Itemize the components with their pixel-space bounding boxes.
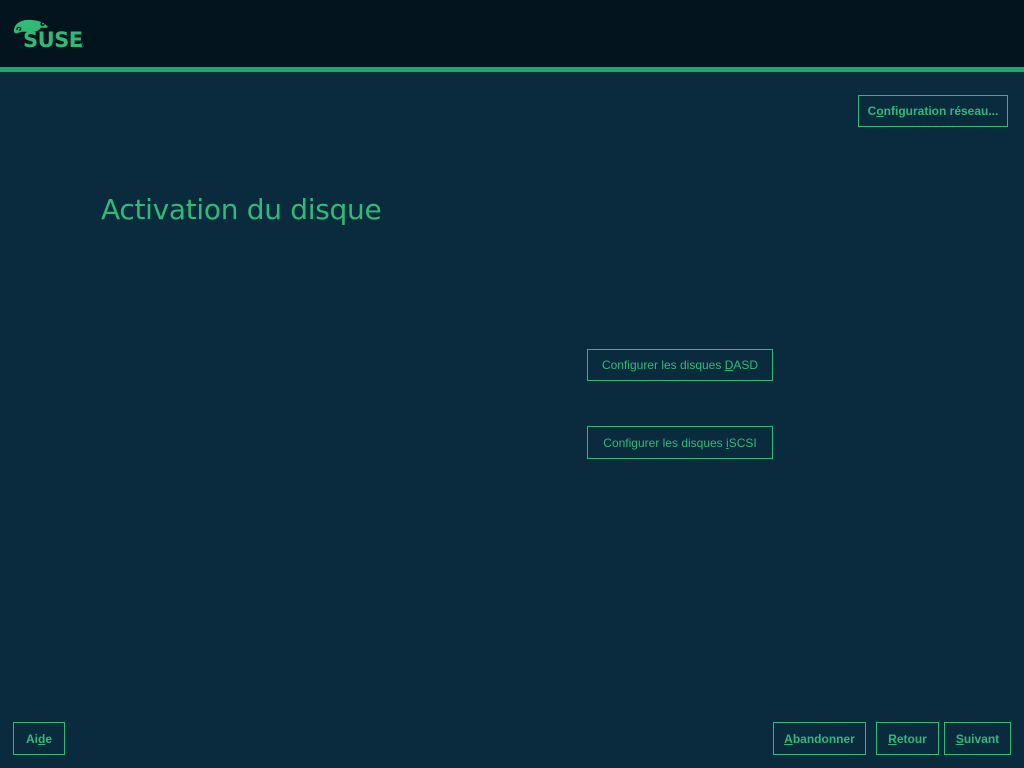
abort-button[interactable]: Abandonner [773, 722, 866, 755]
configure-dasd-label: Configurer les disques DASD [601, 358, 759, 372]
main-area [0, 72, 1024, 768]
top-bar: SUSE ® [0, 0, 1024, 67]
back-label: Retour [888, 731, 927, 746]
next-label: Suivant [955, 731, 1000, 746]
suse-logo: SUSE ® [12, 17, 90, 57]
next-button[interactable]: Suivant [944, 722, 1011, 755]
help-button[interactable]: Aide [13, 722, 65, 755]
back-button[interactable]: Retour [876, 722, 939, 755]
abort-label: Abandonner [784, 731, 855, 746]
configure-iscsi-button[interactable]: Configurer les disques iSCSI [587, 426, 773, 459]
network-configuration-button[interactable]: Configuration réseau... [858, 95, 1008, 127]
page-title: Activation du disque [101, 193, 382, 226]
configure-iscsi-label: Configurer les disques iSCSI [603, 435, 757, 450]
network-configuration-label: Configuration réseau... [867, 104, 999, 118]
logo-wordmark: SUSE [23, 28, 83, 52]
help-label: Aide [25, 731, 53, 746]
registered-mark: ® [79, 44, 84, 50]
configure-dasd-button[interactable]: Configurer les disques DASD [587, 349, 773, 381]
